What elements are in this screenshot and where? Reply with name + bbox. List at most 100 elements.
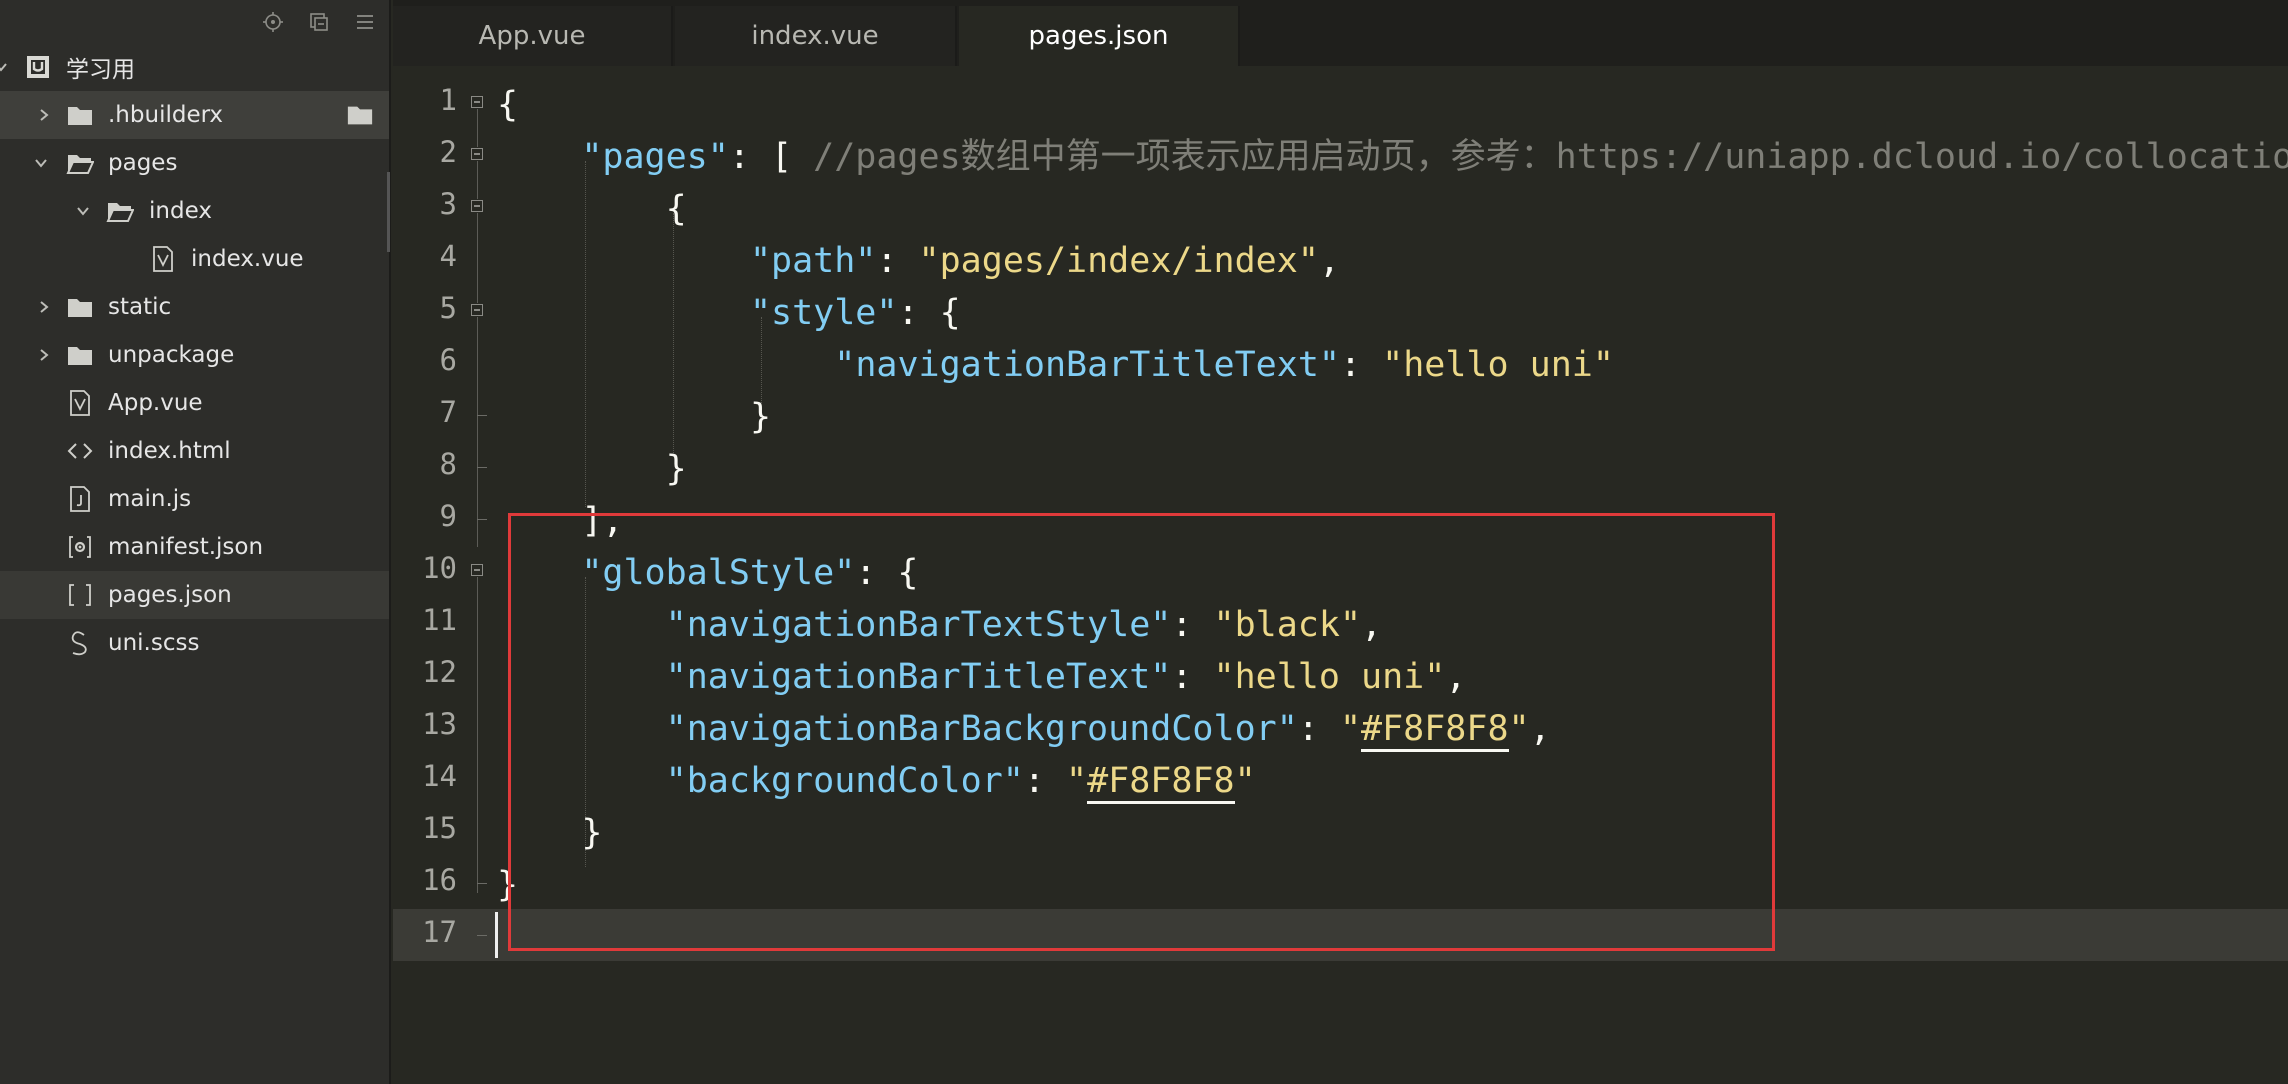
chevron-down-icon[interactable] xyxy=(30,152,52,174)
line-number: 15 xyxy=(422,811,457,845)
code-line[interactable]: "pages": [ //pages数组中第一项表示应用启动页，参考：https… xyxy=(497,131,2288,183)
tree-item-label: static xyxy=(108,294,172,320)
chevron-down-icon[interactable] xyxy=(0,56,12,78)
fold-range-line xyxy=(477,161,478,199)
fold-range-line xyxy=(477,577,478,893)
tab-pages-json[interactable]: pages.json xyxy=(959,6,1240,66)
code-line[interactable]: "style": { xyxy=(497,287,961,339)
code-line[interactable]: "globalStyle": { xyxy=(497,547,918,599)
tree-item-unpackage[interactable]: unpackage xyxy=(0,331,389,379)
tree-item-manifest-json[interactable]: manifest.json xyxy=(0,523,389,571)
tree-item-index-vue[interactable]: index.vue xyxy=(0,235,389,283)
explorer-scrollbar[interactable] xyxy=(387,172,390,252)
fold-toggle-icon[interactable] xyxy=(471,200,483,212)
fold-range-line xyxy=(477,317,478,547)
fold-end-tick xyxy=(477,935,487,936)
project-explorer: 学习用 .hbuilderx pages index index.vue sta… xyxy=(0,0,391,1084)
fold-range-line xyxy=(477,213,478,303)
tree-item-label: App.vue xyxy=(108,390,203,416)
tree-item-label: index.vue xyxy=(191,246,304,272)
folder-icon xyxy=(66,342,94,368)
tree-item-pages[interactable]: pages xyxy=(0,139,389,187)
tab-label: pages.json xyxy=(1028,21,1169,51)
line-number: 1 xyxy=(439,83,457,117)
tree-item-index-folder[interactable]: index xyxy=(0,187,389,235)
line-number: 13 xyxy=(422,707,457,741)
line-number: 12 xyxy=(422,655,457,689)
tree-item-label: main.js xyxy=(108,486,192,512)
code-line[interactable]: "navigationBarTextStyle": "black", xyxy=(497,599,1382,651)
line-number: 5 xyxy=(439,291,457,325)
folder-icon xyxy=(66,294,94,320)
tree-item-label: index xyxy=(149,198,212,224)
folder-icon xyxy=(346,102,374,128)
tree-item-label: .hbuilderx xyxy=(108,102,224,128)
tree-item-pages-json[interactable]: pages.json xyxy=(0,571,389,619)
code-line[interactable]: "backgroundColor": "#F8F8F8" xyxy=(497,755,1256,807)
tree-item-main-js[interactable]: main.js xyxy=(0,475,389,523)
json-file-icon xyxy=(66,582,94,608)
folder-icon xyxy=(66,102,94,128)
tree-item-static[interactable]: static xyxy=(0,283,389,331)
code-line[interactable]: } xyxy=(497,391,771,443)
line-number: 16 xyxy=(422,863,457,897)
tree-item-project[interactable]: 学习用 xyxy=(0,43,389,91)
tree-item-label: 学习用 xyxy=(66,57,135,83)
chevron-right-icon[interactable] xyxy=(33,344,55,366)
line-number: 2 xyxy=(439,135,457,169)
tab-label: index.vue xyxy=(751,21,879,51)
code-line[interactable]: } xyxy=(497,443,687,495)
fold-end-tick xyxy=(477,883,487,884)
code-line[interactable]: ], xyxy=(497,495,623,547)
code-editor[interactable]: 1 2 3 4 5 6 7 8 9 10 11 12 13 14 15 16 1… xyxy=(393,66,2288,1084)
line-number: 3 xyxy=(439,187,457,221)
code-line[interactable]: "navigationBarTitleText": "hello uni", xyxy=(497,651,1467,703)
code-line[interactable]: "navigationBarTitleText": "hello uni" xyxy=(497,339,1614,391)
fold-toggle-icon[interactable] xyxy=(471,96,483,108)
code-line[interactable]: { xyxy=(497,79,518,131)
current-line-highlight xyxy=(393,909,2288,961)
tree-item-app-vue[interactable]: App.vue xyxy=(0,379,389,427)
code-line[interactable]: { xyxy=(497,183,687,235)
chevron-right-icon[interactable] xyxy=(33,296,55,318)
text-cursor xyxy=(495,912,498,958)
line-number: 17 xyxy=(422,915,457,949)
tree-item-label: uni.scss xyxy=(108,630,200,656)
line-number: 6 xyxy=(439,343,457,377)
line-number: 14 xyxy=(422,759,457,793)
vue-file-icon xyxy=(66,390,94,416)
tree-item-index-html[interactable]: index.html xyxy=(0,427,389,475)
tree-item-label: pages.json xyxy=(108,582,232,608)
tab-label: App.vue xyxy=(478,21,586,51)
line-number: 7 xyxy=(439,395,457,429)
html-file-icon xyxy=(66,438,94,464)
menu-icon[interactable] xyxy=(353,10,377,34)
code-line[interactable]: "navigationBarBackgroundColor": "#F8F8F8… xyxy=(497,703,1551,755)
line-number: 11 xyxy=(422,603,457,637)
tree-item-label: pages xyxy=(108,150,178,176)
code-line[interactable]: } xyxy=(497,807,602,859)
line-number: 8 xyxy=(439,447,457,481)
code-line[interactable]: "path": "pages/index/index", xyxy=(497,235,1340,287)
chevron-down-icon[interactable] xyxy=(72,200,94,222)
fold-toggle-icon[interactable] xyxy=(471,304,483,316)
fold-toggle-icon[interactable] xyxy=(471,564,483,576)
tree-item-label: unpackage xyxy=(108,342,235,368)
js-file-icon xyxy=(66,486,94,512)
fold-toggle-icon[interactable] xyxy=(471,148,483,160)
fold-end-tick xyxy=(477,519,487,520)
manifest-file-icon xyxy=(66,534,94,560)
tab-index-vue[interactable]: index.vue xyxy=(675,6,957,66)
fold-end-tick xyxy=(477,415,487,416)
code-line[interactable]: } xyxy=(497,859,518,911)
editor-tab-bar: App.vue index.vue pages.json xyxy=(393,0,2288,66)
tree-item-uni-scss[interactable]: uni.scss xyxy=(0,619,389,667)
crosshair-icon[interactable] xyxy=(261,10,285,34)
tree-item-label: manifest.json xyxy=(108,534,264,560)
line-number: 9 xyxy=(439,499,457,533)
tab-app-vue[interactable]: App.vue xyxy=(393,6,673,66)
chevron-right-icon[interactable] xyxy=(33,104,55,126)
collapse-all-icon[interactable] xyxy=(307,10,331,34)
tree-item-hbuilderx[interactable]: .hbuilderx xyxy=(0,91,389,139)
line-number: 4 xyxy=(439,239,457,273)
